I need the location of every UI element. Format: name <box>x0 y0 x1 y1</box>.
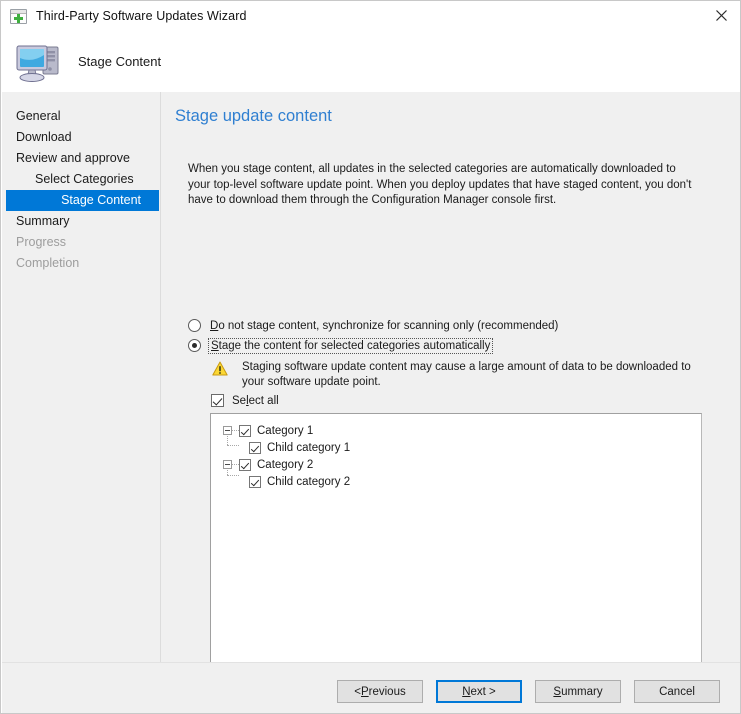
tree-row-child-category-1[interactable]: Child category 1 <box>249 440 701 455</box>
sidebar-item-download[interactable]: Download <box>2 127 160 148</box>
tree-label: Child category 2 <box>267 475 351 488</box>
sidebar-item-general[interactable]: General <box>2 106 160 127</box>
select-all-checkbox[interactable]: Select all <box>211 394 279 407</box>
cancel-button[interactable]: Cancel <box>634 680 720 703</box>
checkbox-mark[interactable] <box>239 424 251 437</box>
sidebar-item-select-categories[interactable]: Select Categories <box>2 169 160 190</box>
tree-label: Category 1 <box>257 424 314 437</box>
tree-connector <box>227 445 239 447</box>
radio-mark-selected <box>188 339 201 352</box>
button-label: Cancel <box>659 685 695 698</box>
next-button[interactable]: Next > <box>436 680 522 703</box>
collapse-icon[interactable] <box>223 426 232 435</box>
button-label: ext > <box>470 685 496 698</box>
sidebar: General Download Review and approve Sele… <box>2 92 160 713</box>
previous-button[interactable]: < Previous <box>337 680 423 703</box>
wizard-window: Third-Party Software Updates Wizard Stag… <box>0 0 741 714</box>
warning-message: Staging software update content may caus… <box>212 360 692 390</box>
close-icon[interactable] <box>701 1 740 30</box>
footer: < Previous Next > Summary Cancel <box>160 663 740 713</box>
select-all-label: Select all <box>232 395 279 407</box>
tree-row-category-1[interactable]: Category 1 <box>223 423 701 438</box>
tree-connector <box>232 429 239 432</box>
header-title: Stage Content <box>78 54 162 69</box>
tree-label: Child category 1 <box>267 441 351 454</box>
window-plus-icon <box>10 8 27 24</box>
checkbox-mark[interactable] <box>239 458 251 471</box>
tree-connector <box>232 463 239 466</box>
checkbox-mark[interactable] <box>249 475 261 488</box>
tree-row-child-category-2[interactable]: Child category 2 <box>249 474 701 489</box>
radio-stage-automatically[interactable]: Stage the content for selected categorie… <box>188 337 494 354</box>
button-label: revious <box>368 685 406 698</box>
page-title: Stage update content <box>175 107 332 125</box>
summary-button[interactable]: Summary <box>535 680 621 703</box>
accelerator-letter: P <box>360 685 369 698</box>
tree-label: Category 2 <box>257 458 314 471</box>
select-all-label-rest: ect all <box>248 394 279 407</box>
sidebar-item-stage-content[interactable]: Stage Content <box>6 190 159 211</box>
warning-triangle-icon <box>212 361 228 376</box>
radio-label-text: o not stage content, synchronize for sca… <box>218 319 559 332</box>
body-area: General Download Review and approve Sele… <box>2 92 740 713</box>
window-title: Third-Party Software Updates Wizard <box>36 9 247 23</box>
footer-buttons: < Previous Next > Summary Cancel <box>337 680 720 703</box>
intro-description: When you stage content, all updates in t… <box>188 163 692 206</box>
button-label: ummary <box>561 685 603 698</box>
sidebar-item-completion: Completion <box>16 256 80 270</box>
radio-label-text: tage the content for selected categories… <box>218 339 491 352</box>
computer-icon <box>13 39 65 84</box>
categories-tree[interactable]: Category 1 Child category 1 Category 2 C… <box>210 413 702 701</box>
tree-connector <box>227 475 239 477</box>
button-prefix: < <box>354 685 361 698</box>
checkbox-mark <box>211 394 224 407</box>
radio-stage-automatically-label: Stage the content for selected categorie… <box>207 337 494 354</box>
radio-mark-unselected <box>188 319 201 332</box>
content-pane: Stage update content When you stage cont… <box>161 92 740 713</box>
header-band: Stage Content <box>2 31 740 92</box>
radio-do-not-stage[interactable]: Do not stage content, synchronize for sc… <box>188 319 558 332</box>
select-all-label-pre: Se <box>232 394 247 407</box>
accelerator-letter: N <box>462 685 471 698</box>
title-bar: Third-Party Software Updates Wizard <box>1 1 740 31</box>
sidebar-item-summary[interactable]: Summary <box>2 211 160 232</box>
sidebar-item-progress: Progress <box>16 235 67 249</box>
collapse-icon[interactable] <box>223 460 232 469</box>
sidebar-item-review-and-approve[interactable]: Review and approve <box>2 148 160 169</box>
checkbox-mark[interactable] <box>249 441 261 454</box>
accelerator-letter: S <box>211 339 219 352</box>
tree-row-category-2[interactable]: Category 2 <box>223 457 701 472</box>
accelerator-letter: S <box>553 685 562 698</box>
warning-text: Staging software update content may caus… <box>242 361 691 388</box>
radio-do-not-stage-label: Do not stage content, synchronize for sc… <box>210 320 558 332</box>
